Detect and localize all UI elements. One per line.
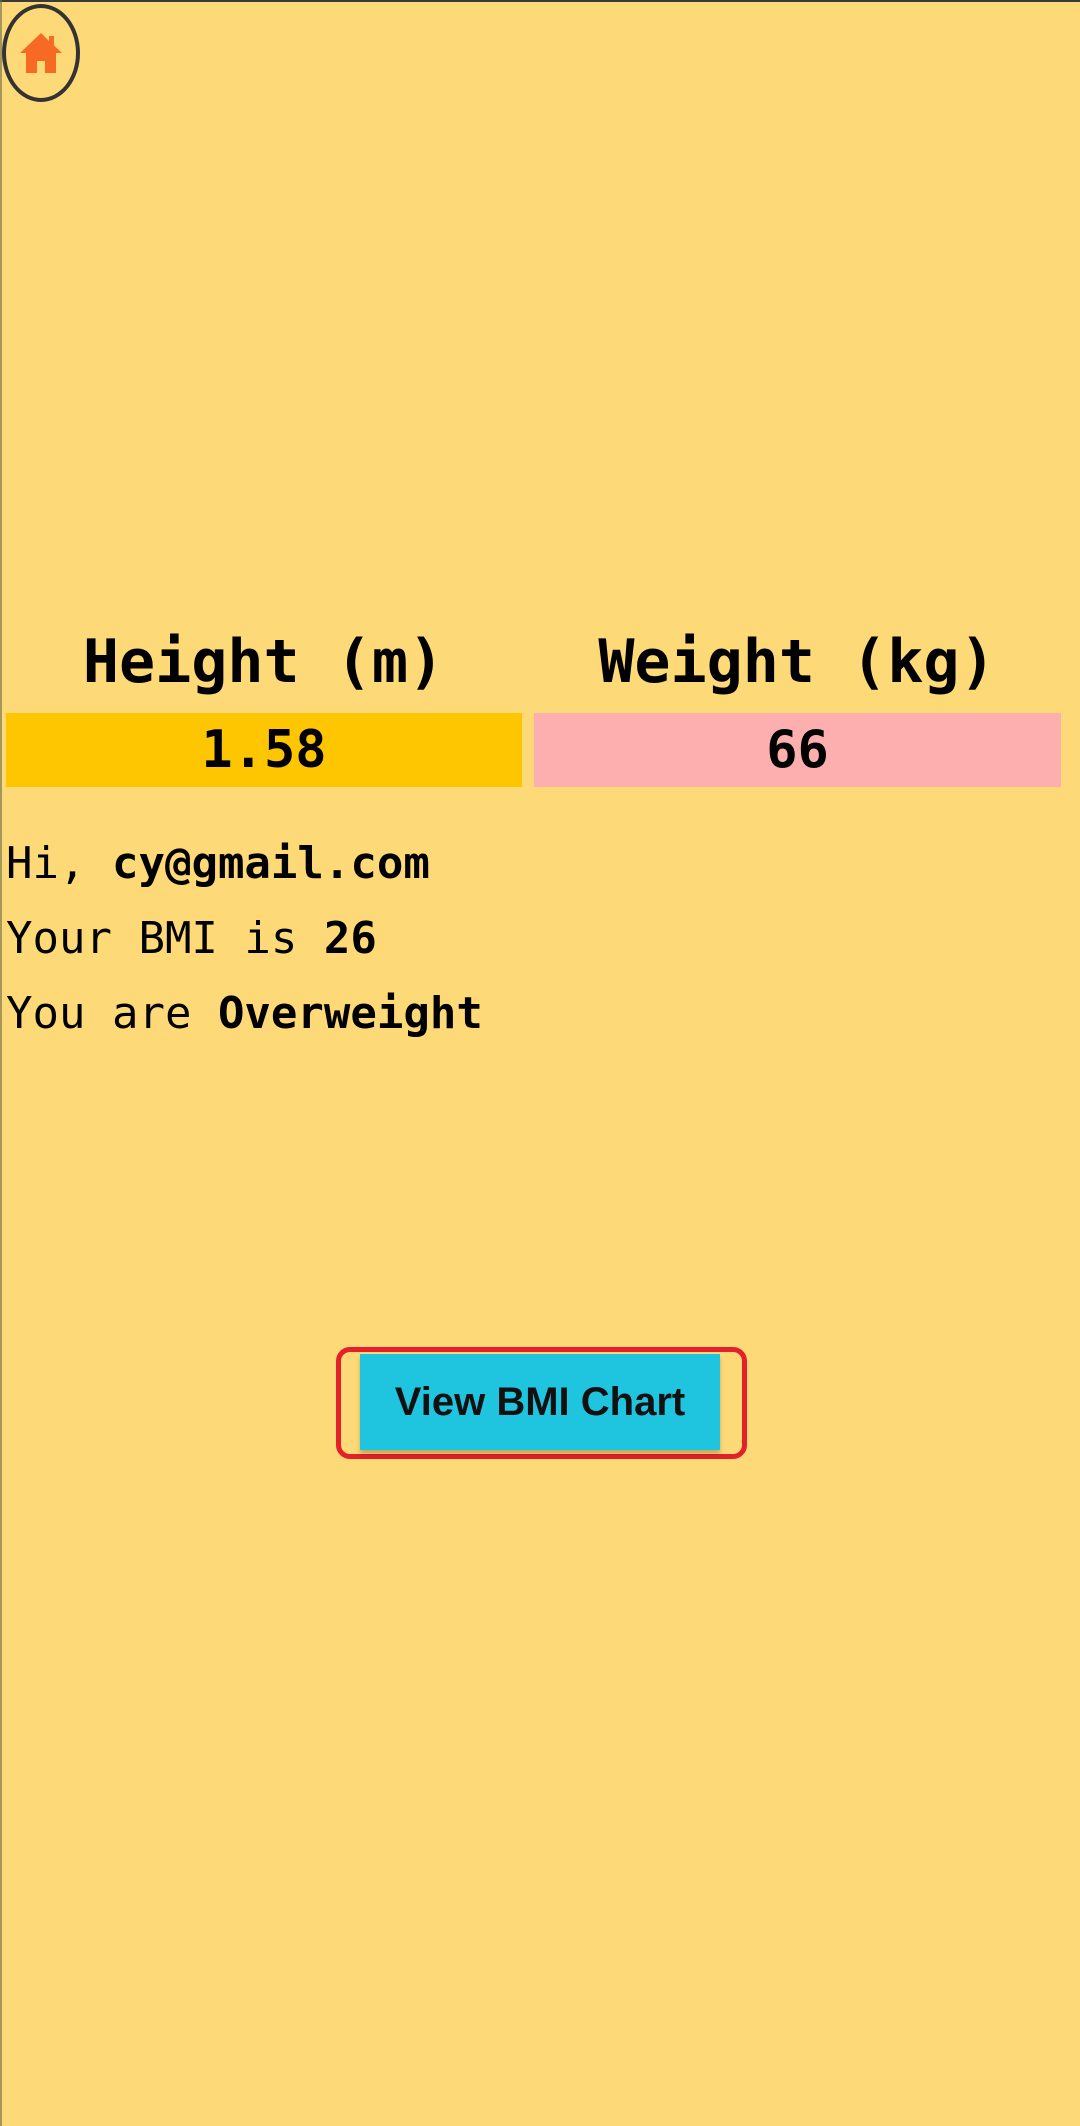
greeting-line: Hi, cy@gmail.com xyxy=(6,834,430,894)
greeting-prefix: Hi, xyxy=(6,838,86,889)
weight-label: Weight (kg) xyxy=(598,627,996,697)
weight-value[interactable]: 66 xyxy=(534,713,1061,787)
height-label: Height (m) xyxy=(82,627,445,697)
labels-row: Height (m) Weight (kg) xyxy=(0,622,1080,702)
bmi-prefix: Your BMI is xyxy=(6,913,298,964)
top-border xyxy=(0,0,1080,2)
bmi-line: Your BMI is 26 xyxy=(6,909,377,969)
bmi-value: 26 xyxy=(323,913,377,964)
user-email: cy@gmail.com xyxy=(111,838,430,889)
bmi-status: Overweight xyxy=(217,988,483,1039)
view-bmi-chart-button[interactable]: View BMI Chart xyxy=(360,1354,720,1450)
status-prefix: You are xyxy=(6,988,192,1039)
height-value[interactable]: 1.58 xyxy=(6,713,522,787)
home-icon xyxy=(20,33,62,73)
left-border xyxy=(0,0,2,2126)
home-button[interactable] xyxy=(2,4,80,102)
status-line: You are Overweight xyxy=(6,984,483,1044)
